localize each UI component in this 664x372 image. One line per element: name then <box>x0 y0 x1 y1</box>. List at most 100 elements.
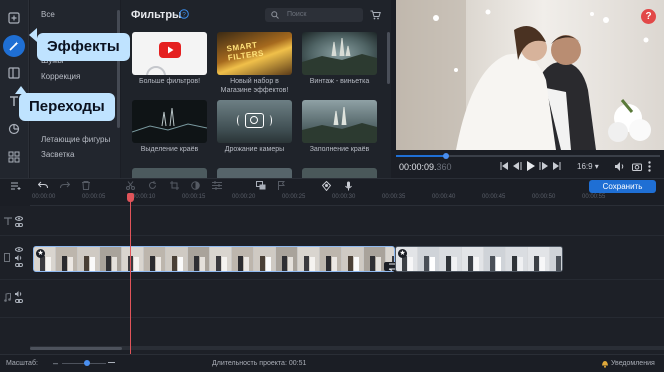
playhead-line[interactable] <box>130 193 131 354</box>
filter-thumb <box>132 100 207 143</box>
track-visibility-icon[interactable] <box>15 216 23 221</box>
text-track[interactable] <box>0 206 664 236</box>
filter-tile-partial[interactable] <box>302 168 377 178</box>
overlay-icon[interactable] <box>256 181 266 190</box>
text-track-icon <box>4 217 12 225</box>
tooltip-effects: Эффекты <box>37 33 130 61</box>
keyframe-icon[interactable] <box>322 181 331 191</box>
track-visibility-icon[interactable] <box>15 247 23 252</box>
filter-caption: Заполнение краёв <box>309 146 370 153</box>
filter-caption: Дрожание камеры <box>224 146 285 153</box>
timeline-ruler[interactable]: 00:00:00 00:00:05 00:00:10 00:00:15 00:00:20… <box>30 193 664 206</box>
video-track-icon <box>4 253 10 262</box>
more-tools-icon[interactable] <box>4 147 24 167</box>
track-volume-icon[interactable] <box>15 255 23 261</box>
video-preview[interactable]: ? <box>396 0 664 150</box>
video-clip-2[interactable]: ★ <box>395 246 563 272</box>
filter-tile-partial[interactable] <box>217 168 292 178</box>
go-to-end-icon[interactable] <box>552 162 561 170</box>
track-link-icon[interactable] <box>15 223 23 227</box>
filter-tile-new-set[interactable]: SMART FILTERS Новый набор в Магазине эфф… <box>217 32 292 95</box>
filter-tile-more[interactable]: Больше фильтров! <box>132 32 207 86</box>
clip-properties-icon[interactable] <box>212 181 222 190</box>
effects-wand-icon[interactable] <box>3 35 25 57</box>
zoom-in-icon[interactable] <box>108 359 115 366</box>
tooltip-transitions: Переходы <box>19 93 115 121</box>
ruler-tick-label: 00:00:35 <box>382 194 406 200</box>
filters-scrollbar[interactable] <box>387 32 390 84</box>
search-input[interactable]: Поиск <box>287 11 306 18</box>
timeline-scrollbar[interactable] <box>30 347 122 350</box>
transitions-icon[interactable] <box>4 63 24 83</box>
more-options-icon[interactable] <box>648 161 651 172</box>
track-link-icon[interactable] <box>15 263 23 267</box>
project-duration: Длительность проекта: 00:51 <box>212 360 307 367</box>
ruler-tick-label: 00:00:50 <box>532 194 556 200</box>
crop-icon[interactable] <box>170 181 179 190</box>
marker-icon[interactable] <box>278 181 285 190</box>
cart-icon[interactable] <box>370 10 381 20</box>
notifications-bell-icon[interactable] <box>601 359 609 368</box>
redo-icon[interactable] <box>60 181 70 190</box>
filter-thumb <box>217 100 292 143</box>
category-flying-shapes[interactable]: Летающие фигуры <box>41 135 110 144</box>
filter-thumb <box>302 100 377 143</box>
stickers-icon[interactable] <box>4 119 24 139</box>
cut-icon[interactable] <box>126 181 135 190</box>
filter-caption: Больше фильтров! <box>138 78 201 85</box>
info-icon[interactable]: ? <box>179 9 189 19</box>
youtube-logo <box>159 42 181 58</box>
rotate-icon[interactable] <box>148 181 157 190</box>
play-icon[interactable] <box>526 161 535 171</box>
filter-tile-vintage[interactable]: Винтаж - виньетка <box>302 32 377 86</box>
ruler-tick-label: 00:00:40 <box>432 194 456 200</box>
ruler-tick-label: 00:00:25 <box>282 194 306 200</box>
category-light-leaks[interactable]: Засветка <box>41 150 74 159</box>
zoom-label: Масштаб: <box>6 360 38 367</box>
filter-tile-camera-shake[interactable]: Дрожание камеры <box>217 100 292 154</box>
track-link-icon[interactable] <box>15 299 23 303</box>
ruler-tick-label: 00:00:10 <box>132 194 156 200</box>
svg-text:?: ? <box>182 11 186 18</box>
zoom-out-icon[interactable]: – <box>53 358 58 368</box>
help-icon[interactable]: ? <box>641 9 656 24</box>
audio-track[interactable] <box>0 280 664 318</box>
search-icon <box>271 11 279 19</box>
undo-icon[interactable] <box>38 181 48 190</box>
ruler-tick-label: 00:00:45 <box>482 194 506 200</box>
aspect-ratio-select[interactable]: 16:9 ▾ <box>577 162 599 171</box>
category-correction[interactable]: Коррекция <box>41 72 80 81</box>
timeline-tracks[interactable]: ★ ★ <box>0 206 664 354</box>
filter-tile-edge-detect[interactable]: Выделение краёв <box>132 100 207 154</box>
video-clip-1[interactable]: ★ <box>33 246 395 272</box>
delete-icon[interactable] <box>82 181 90 190</box>
record-voice-icon[interactable] <box>345 181 352 191</box>
playhead-handle[interactable] <box>127 193 134 202</box>
ruler-tick-label: 00:00:05 <box>82 194 106 200</box>
color-adjust-icon[interactable] <box>191 181 200 190</box>
playback-handle[interactable] <box>443 153 450 159</box>
timeline-toolbar: Сохранить <box>0 178 664 193</box>
add-track-icon[interactable] <box>11 182 21 190</box>
go-to-start-icon[interactable] <box>500 162 509 170</box>
categories-scrollbar[interactable] <box>117 10 120 128</box>
step-forward-icon[interactable] <box>539 162 548 170</box>
zoom-slider-handle[interactable] <box>84 360 90 366</box>
filter-tile-partial[interactable] <box>132 168 207 178</box>
clip-effect-star-icon: ★ <box>36 249 45 258</box>
notifications-label[interactable]: Уведомления <box>611 360 655 367</box>
status-bar: Масштаб: – Длительность проекта: 00:51 У… <box>0 354 664 372</box>
video-track[interactable]: ★ ★ <box>0 236 664 280</box>
filter-tile-edge-fill[interactable]: Заполнение краёв <box>302 100 377 154</box>
track-volume-icon[interactable] <box>15 291 23 297</box>
add-media-icon[interactable] <box>4 8 24 28</box>
save-button[interactable]: Сохранить <box>589 180 656 193</box>
search-box[interactable]: Поиск <box>265 8 363 22</box>
step-back-icon[interactable] <box>513 162 522 170</box>
filter-caption: Новый набор в Магазине эффектов! <box>220 78 289 94</box>
filter-thumb: SMART FILTERS <box>217 32 292 75</box>
snapshot-icon[interactable] <box>632 162 642 171</box>
filter-caption: Винтаж - виньетка <box>309 78 370 85</box>
volume-icon[interactable] <box>615 162 625 171</box>
category-all[interactable]: Все <box>41 10 55 19</box>
